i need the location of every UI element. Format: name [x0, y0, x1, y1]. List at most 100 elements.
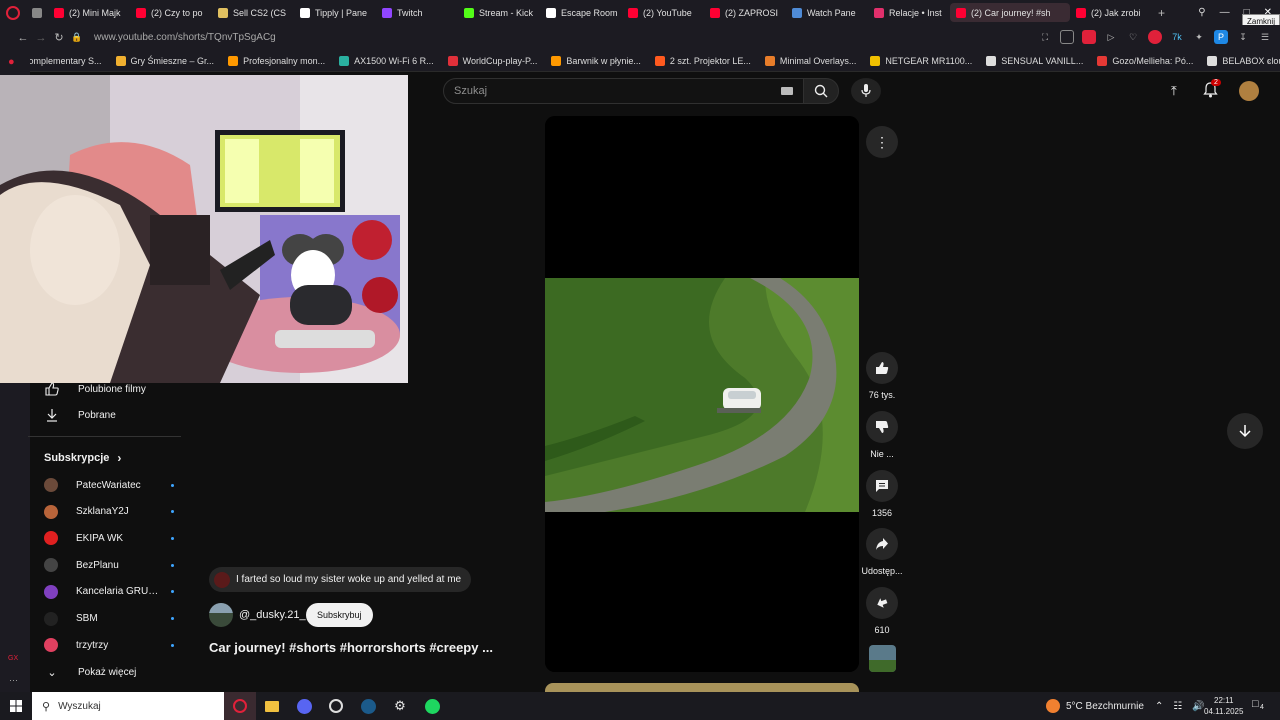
bookmark-item[interactable]: Gry Śmieszne – Gr... — [109, 55, 222, 66]
bookmark-item[interactable]: SENSUAL VANILL... — [979, 55, 1090, 66]
search-input[interactable]: Szukaj — [443, 78, 804, 104]
tab-2[interactable]: (2) Czy to po — [130, 0, 212, 25]
clock[interactable]: 22:11 04.11.2025 — [1204, 695, 1243, 717]
taskbar-search[interactable]: ⚲ Wyszukaj — [32, 692, 224, 720]
weather-widget[interactable]: 5°C Bezchmurnie — [1046, 692, 1144, 720]
url-field[interactable]: www.youtube.com/shorts/TQnvTpSgACg — [94, 32, 276, 43]
subscription-item[interactable]: trzytrzy — [44, 638, 174, 653]
bookmarks-overflow-icon[interactable]: › — [1267, 56, 1270, 66]
forward-button[interactable]: → — [32, 32, 50, 44]
dislike-label: Nie ... — [870, 449, 894, 459]
comments-button[interactable]: 1356 — [862, 470, 902, 518]
volume-icon[interactable]: 🔊 — [1192, 701, 1204, 712]
sidebar-gx-icon[interactable]: GX — [8, 655, 18, 662]
profile-p-icon[interactable]: P — [1214, 30, 1228, 44]
taskbar-spotify[interactable] — [416, 692, 448, 720]
like-button[interactable]: 76 tys. — [862, 352, 902, 400]
taskbar-steam[interactable] — [352, 692, 384, 720]
minimize-button[interactable]: — — [1220, 7, 1230, 18]
bookmark-item[interactable]: WorldCup-play-P... — [441, 55, 545, 66]
puzzle-icon[interactable]: ✦ — [1192, 30, 1206, 44]
taskbar-file-explorer[interactable] — [256, 692, 288, 720]
tab-label: (2) Car journey! #sh — [971, 7, 1051, 18]
subscriptions-header[interactable]: Subskrypcje › — [44, 451, 121, 465]
tab-11[interactable]: Relacje • Inst — [868, 0, 950, 25]
sidebar-item-downloads[interactable]: Pobrane — [44, 407, 184, 423]
play-icon[interactable]: ▷ — [1104, 30, 1118, 44]
bookmark-item[interactable]: AX1500 Wi-Fi 6 R... — [332, 55, 441, 66]
back-button[interactable]: ← — [14, 32, 32, 44]
obs-icon — [329, 699, 343, 713]
bookmark-item[interactable]: NETGEAR MR1100... — [863, 55, 979, 66]
subscribe-button[interactable]: Subskrybuj — [306, 603, 373, 627]
pocket-icon[interactable] — [1082, 30, 1096, 44]
tab-3[interactable]: Sell CS2 (CS — [212, 0, 294, 25]
avatar[interactable] — [1239, 81, 1259, 101]
comment-preview[interactable]: I farted so loud my sister woke up and y… — [209, 567, 472, 592]
taskbar-obs[interactable] — [320, 692, 352, 720]
notifications-button[interactable]: 2 — [1203, 79, 1221, 103]
more-options-button[interactable]: ⋮ — [866, 126, 898, 158]
dislike-button[interactable]: Nie ... — [862, 411, 902, 459]
taskbar-settings[interactable]: ⚙ — [384, 692, 416, 720]
video-title[interactable]: Car journey! #shorts #horrorshorts #cree… — [209, 640, 493, 655]
tab-0[interactable] — [26, 0, 48, 25]
channel-avatar[interactable] — [209, 603, 233, 627]
tab-search-icon[interactable]: ⚲ — [1198, 7, 1205, 18]
channel-name[interactable]: @_dusky.21_ — [239, 609, 306, 621]
subscription-item[interactable]: SBM — [44, 611, 174, 626]
subscription-item[interactable]: SzklanaY2J — [44, 504, 174, 519]
subscription-item[interactable]: PatecWariatec — [44, 478, 174, 492]
start-button[interactable] — [0, 692, 32, 720]
pip-icon[interactable] — [1060, 30, 1074, 44]
search-button[interactable] — [803, 78, 839, 104]
tab-7[interactable]: Escape Room — [540, 0, 622, 25]
share-button[interactable]: Udostęp... — [861, 528, 903, 576]
sound-thumbnail[interactable] — [869, 645, 896, 672]
browser-menu-button[interactable] — [0, 0, 26, 25]
tab-13[interactable]: (2) Jak zrobi — [1070, 0, 1152, 25]
tab-10[interactable]: Watch Pane — [786, 0, 868, 25]
sidebar-item-liked[interactable]: Polubione filmy — [44, 381, 184, 397]
tray-chevron-up-icon[interactable]: ⌃ — [1155, 701, 1163, 712]
tab-9[interactable]: (2) ZAPROSI — [704, 0, 786, 25]
keyboard-icon[interactable] — [781, 87, 793, 95]
next-video-button[interactable] — [1227, 413, 1263, 449]
tab-12[interactable]: (2) Car journey! #sh — [950, 3, 1070, 22]
sidebar-logo-icon[interactable]: ● — [8, 56, 15, 68]
tab-6[interactable]: Stream - Kick — [458, 0, 540, 25]
reload-button[interactable]: ↻ — [50, 31, 68, 44]
sidebar-more-icon[interactable]: ··· — [9, 675, 18, 685]
screenshot-icon[interactable]: ⛶ — [1038, 30, 1052, 44]
tab-5[interactable]: Twitch — [376, 0, 458, 25]
bookmark-item[interactable]: Minimal Overlays... — [758, 55, 864, 66]
subscription-item[interactable]: BezPlanu — [44, 558, 174, 573]
translate-icon[interactable]: 7k — [1170, 30, 1184, 44]
shorts-video-player[interactable] — [545, 116, 859, 672]
taskbar-discord[interactable] — [288, 692, 320, 720]
download-icon[interactable]: ↧ — [1236, 30, 1250, 44]
upload-icon[interactable]: ⤒ — [1171, 83, 1177, 99]
taskbar-opera-gx[interactable] — [224, 692, 256, 720]
heart-icon[interactable]: ♡ — [1126, 30, 1140, 44]
arrow-down-icon — [1239, 425, 1251, 438]
bookmark-item[interactable]: Gozo/Mellieha: Pó... — [1090, 55, 1200, 66]
browser-tab-bar: (2) Mini Majk (2) Czy to po Sell CS2 (CS Ti… — [0, 0, 1280, 29]
bookmark-item[interactable]: 2 szt. Projektor LE... — [648, 55, 758, 66]
extension-red-icon[interactable] — [1148, 30, 1162, 44]
tab-4[interactable]: Tipply | Pane — [294, 0, 376, 25]
menu-icon[interactable]: ☰ — [1258, 30, 1272, 44]
subscription-item[interactable]: Kancelaria GRUB... — [44, 584, 174, 599]
bookmark-item[interactable]: Profesjonalny mon... — [221, 55, 332, 66]
remix-button[interactable]: 610 — [862, 587, 902, 635]
tab-favicon-icon — [710, 7, 720, 18]
bookmark-item[interactable]: Barwnik w płynie... — [544, 55, 648, 66]
action-center-button[interactable]: □ 4 — [1252, 698, 1264, 711]
tab-8[interactable]: (2) YouTube — [622, 0, 704, 25]
subscription-item[interactable]: EKIPA WK — [44, 531, 174, 546]
network-icon[interactable]: ☷ — [1173, 701, 1182, 712]
voice-search-button[interactable] — [851, 78, 881, 104]
tab-1[interactable]: (2) Mini Majk — [48, 0, 130, 25]
show-more-button[interactable]: ⌄ Pokaż więcej — [44, 664, 184, 680]
new-tab-button[interactable]: + — [1152, 0, 1171, 25]
